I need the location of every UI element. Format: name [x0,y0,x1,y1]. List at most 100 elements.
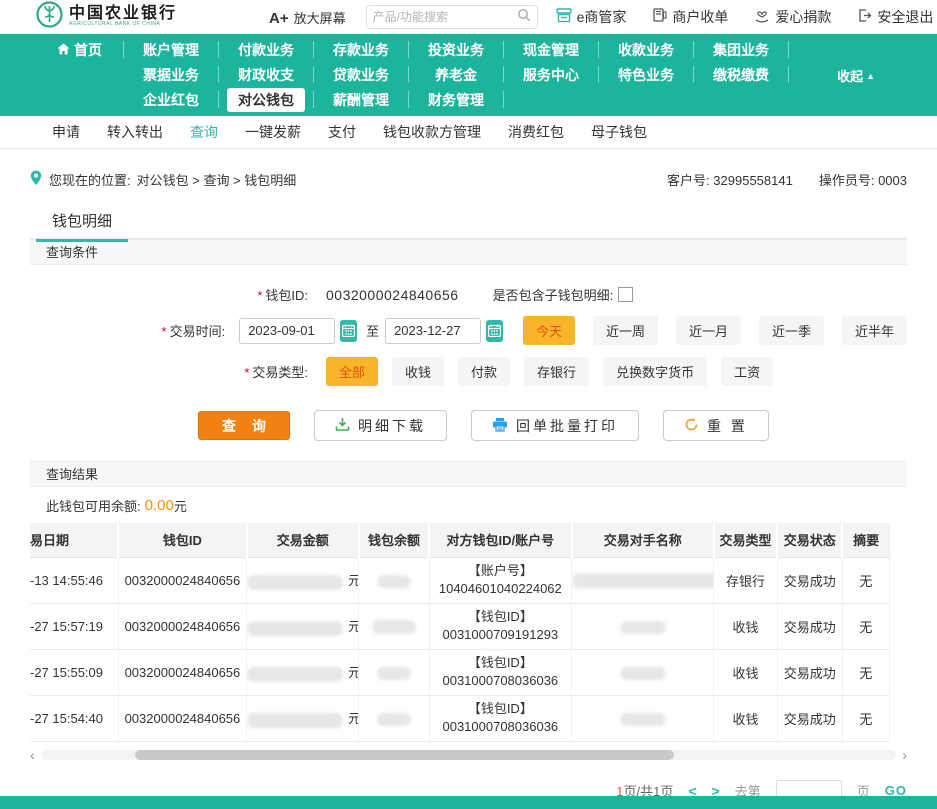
redacted-value [372,620,416,634]
quick-range-week[interactable]: 近一周 [593,316,658,345]
nav-item-salary-mgmt[interactable]: 薪酬管理 [314,91,409,108]
date-from-input[interactable] [239,318,335,344]
nav-row-3: 企业红包 对公钱包 薪酬管理 财务管理 [36,87,937,112]
zoom-a-plus[interactable]: A+ [269,10,289,27]
transaction-type-label: 交易类型: [252,365,308,380]
transaction-type-group: 全部 收钱 付款 存银行 兑换数字货币 工资 [326,357,773,386]
screen-zoom-control[interactable]: A+ 放大屏幕 [269,8,346,27]
wallet-detail-page: 中国农业银行 AGRICULTURAL BANK OF CHINA A+ 放大屏… [0,0,937,809]
redacted-value [620,621,666,634]
col-wallet-id: 钱包ID [118,523,246,557]
scroll-right-arrow[interactable]: › [902,750,907,760]
nav-item-special-biz[interactable]: 特色业务 [599,66,694,83]
form-buttons-row: 查 询 明细下载 回单批量打印 重 置 [30,410,907,441]
nav-item-fiscal[interactable]: 财政收支 [219,66,314,83]
quick-range-quarter[interactable]: 近一季 [759,316,824,345]
query-conditions-header: 查询条件 [30,239,907,265]
subnav-one-click-payroll[interactable]: 一键发薪 [239,122,307,142]
type-all[interactable]: 全部 [326,357,378,386]
subnav-payee-mgmt[interactable]: 钱包收款方管理 [377,122,487,142]
nav-item-loan-biz[interactable]: 贷款业务 [314,66,409,83]
quick-range-half-year[interactable]: 近半年 [842,316,907,345]
date-to-calendar-button[interactable] [486,320,503,342]
safe-logout-link[interactable]: 安全退出 [857,7,933,27]
subnav-query[interactable]: 查询 [184,122,224,142]
subnav-apply[interactable]: 申请 [46,122,86,142]
nav-item-home[interactable]: 首页 [36,41,124,58]
table-row[interactable]: -27 15:57:19 0032000024840656 元 【钱包ID】00… [30,603,890,649]
subnav-pay[interactable]: 支付 [322,122,362,142]
breadcrumb-path: 对公钱包 > 查询 > 钱包明细 [137,170,297,189]
table-header-row: 易日期 钱包ID 交易金额 钱包余额 对方钱包ID/账户号 交易对手名称 交易类… [30,523,890,557]
nav-collapse-button[interactable]: 收起▲ [837,66,875,85]
breadcrumb-row: 您现在的位置: 对公钱包 > 查询 > 钱包明细 客户号: 3299555814… [30,165,907,193]
charity-donation-link[interactable]: 爱心捐款 [754,7,831,27]
nav-item-collection-biz[interactable]: 收款业务 [599,41,694,58]
footer-bar [0,796,937,809]
search-icon[interactable] [517,8,531,27]
search-input[interactable] [373,10,517,24]
breadcrumb-prefix: 您现在的位置: [49,170,131,189]
date-from-calendar-button[interactable] [340,320,357,342]
required-mark: * [162,324,167,339]
type-deposit-bank[interactable]: 存银行 [524,357,589,386]
nav-item-finance-mgmt[interactable]: 财务管理 [409,91,504,108]
zoom-label[interactable]: 放大屏幕 [294,8,346,27]
scrollbar-thumb[interactable] [135,750,674,760]
subnav-parent-child-wallet[interactable]: 母子钱包 [585,122,653,142]
nav-item-deposit-biz[interactable]: 存款业务 [314,41,409,58]
nav-item-group-biz[interactable]: 集团业务 [694,41,789,58]
table-row[interactable]: -27 15:55:09 0032000024840656 元 【钱包ID】00… [30,649,890,695]
redacted-value [620,713,666,726]
nav-item-tax-payment[interactable]: 缴税缴费 [694,66,789,83]
detail-download-button[interactable]: 明细下载 [314,410,447,441]
nav-item-pension[interactable]: 养老金 [409,66,504,83]
store-icon [556,8,572,26]
reset-button[interactable]: 重 置 [663,410,769,441]
include-sub-wallet-label: 是否包含子钱包明细: [493,285,614,304]
nav-item-cash-mgmt[interactable]: 现金管理 [504,41,599,58]
nav-item-corp-redpacket[interactable]: 企业红包 [124,91,219,108]
bank-logo: 中国农业银行 AGRICULTURAL BANK OF CHINA [36,1,177,33]
nav-item-corp-wallet[interactable]: 对公钱包 [219,91,314,108]
type-pay[interactable]: 付款 [458,357,510,386]
nav-item-bill-biz[interactable]: 票据业务 [124,66,219,83]
wallet-subnav: 申请 转入转出 查询 一键发薪 支付 钱包收款方管理 消费红包 母子钱包 [0,116,937,149]
nav-item-investment-biz[interactable]: 投资业务 [409,41,504,58]
transactions-table: 易日期 钱包ID 交易金额 钱包余额 对方钱包ID/账户号 交易对手名称 交易类… [30,523,890,742]
redacted-value [377,667,411,680]
nav-item-service-center[interactable]: 服务中心 [504,66,599,83]
nav-item-payment-biz[interactable]: 付款业务 [219,41,314,58]
product-search-box[interactable] [366,5,538,29]
type-salary[interactable]: 工资 [721,357,773,386]
table-row[interactable]: -13 14:55:46 0032000024840656 元 【账户号】104… [30,557,890,603]
e-merchant-link[interactable]: e商管家 [556,7,627,27]
type-receive[interactable]: 收钱 [392,357,444,386]
bank-name: 中国农业银行 [69,7,177,21]
subnav-consume-redpacket[interactable]: 消费红包 [502,122,570,142]
nav-item-account-mgmt[interactable]: 账户管理 [124,41,219,58]
date-to-input[interactable] [385,318,481,344]
redacted-value [377,575,411,588]
receipt-batch-print-button[interactable]: 回单批量打印 [471,410,639,441]
col-summary: 摘要 [842,523,889,557]
scroll-left-arrow[interactable]: ‹ [30,750,35,760]
query-results-header: 查询结果 [30,461,907,487]
quick-range-month[interactable]: 近一月 [676,316,741,345]
col-counterparty-id: 对方钱包ID/账户号 [429,523,571,557]
reset-icon [684,417,699,435]
balance-line: 此钱包可用余额: 0.00 元 [30,487,907,523]
type-exchange-digital[interactable]: 兑换数字货币 [603,357,707,386]
operator-no: 操作员号: 0003 [819,170,907,189]
include-sub-wallet-checkbox[interactable] [618,287,633,302]
quick-range-today[interactable]: 今天 [523,316,575,345]
scrollbar-track[interactable] [41,750,897,760]
subnav-transfer[interactable]: 转入转出 [101,122,169,142]
query-button[interactable]: 查 询 [198,411,290,440]
location-pin-icon [30,170,42,189]
redacted-value [620,667,666,680]
tab-bar: 钱包明细 [30,201,907,239]
merchant-acquiring-link[interactable]: 商户收单 [652,7,728,27]
table-row[interactable]: -27 15:54:40 0032000024840656 元 【钱包ID】00… [30,695,890,741]
tab-wallet-detail[interactable]: 钱包明细 [36,201,128,242]
